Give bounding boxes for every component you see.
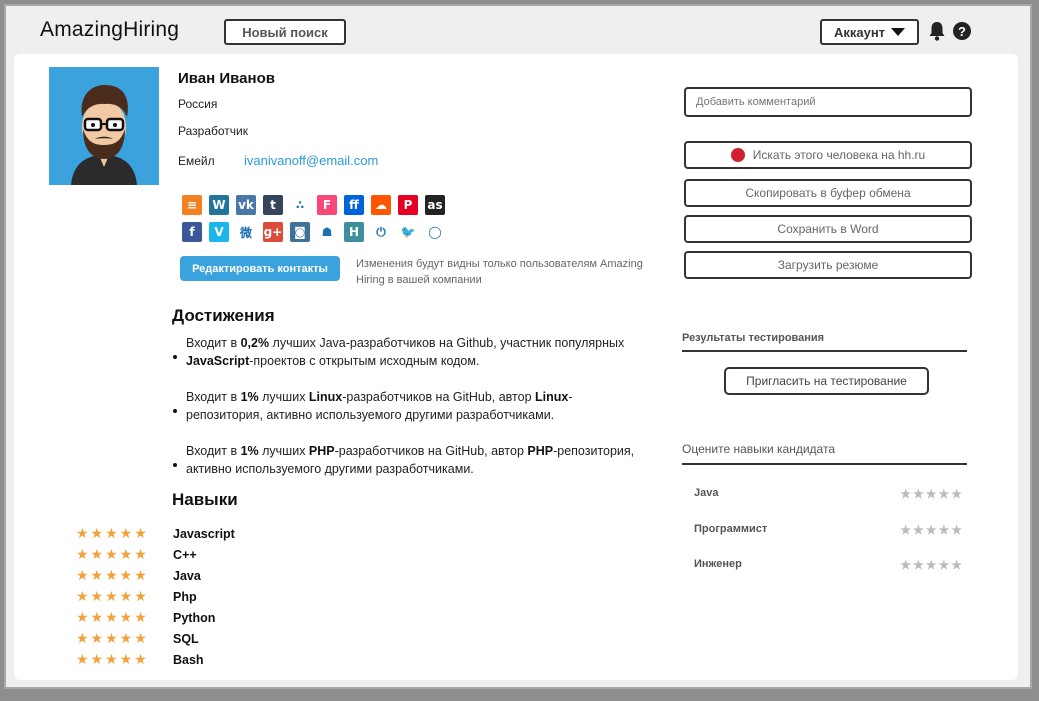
candidate-country: Россия: [178, 97, 218, 111]
skill-label: Java: [173, 568, 201, 583]
account-dropdown[interactable]: Аккаунт: [820, 19, 919, 45]
skill-label: Bash: [173, 652, 204, 667]
rate-label: Java: [694, 487, 719, 499]
skill-label: Javascript: [173, 526, 235, 541]
skill-label: Php: [173, 589, 197, 604]
edit-contacts-note: Изменения будут видны только пользовател…: [356, 258, 643, 286]
invite-testing-button[interactable]: Пригласить на тестирование: [724, 367, 929, 395]
star-rating-input[interactable]: ★★★★★: [900, 558, 964, 572]
profile-card: Иван Иванов Россия Разработчик Емейл iva…: [14, 54, 1018, 680]
skill-row: ★★★★★ Javascript: [76, 523, 235, 544]
rate-row: Инженер ★★★★★: [694, 558, 964, 572]
skill-row: ★★★★★ Bash: [76, 649, 235, 670]
star-rating-icon: ★★★★★: [76, 609, 149, 625]
bell-icon[interactable]: [928, 21, 946, 41]
new-search-button[interactable]: Новый поиск: [224, 19, 346, 45]
skill-label: SQL: [173, 631, 199, 646]
star-rating-input[interactable]: ★★★★★: [900, 523, 964, 537]
edit-contacts-button[interactable]: Редактировать контакты: [180, 256, 340, 281]
skill-row: ★★★★★ Java: [76, 565, 235, 586]
cat-icon[interactable]: ☗: [317, 222, 337, 242]
power-icon[interactable]: ⏻: [371, 222, 391, 242]
save-word-button[interactable]: Сохранить в Word: [684, 215, 972, 243]
candidate-role: Разработчик: [178, 124, 248, 138]
twitter-icon[interactable]: 🐦: [398, 222, 418, 242]
skill-row: ★★★★★ C++: [76, 544, 235, 565]
skills-title: Навыки: [172, 490, 238, 509]
avatar-illustration: [49, 67, 159, 185]
instagram-icon[interactable]: ◙: [290, 222, 310, 242]
rate-row: Программист ★★★★★: [694, 523, 964, 537]
vk-icon[interactable]: vk: [236, 195, 256, 215]
star-rating-icon: ★★★★★: [76, 567, 149, 583]
star-rating-icon: ★★★★★: [76, 525, 149, 541]
skill-row: ★★★★★ Python: [76, 607, 235, 628]
skill-row: ★★★★★ SQL: [76, 628, 235, 649]
copy-clipboard-button[interactable]: Скопировать в буфер обмена: [684, 179, 972, 207]
search-hh-button[interactable]: Искать этого человека на hh.ru: [684, 141, 972, 169]
soundcloud-icon[interactable]: ☁: [371, 195, 391, 215]
testing-results-title: Результаты тестирования: [682, 332, 967, 352]
stackoverflow-icon[interactable]: ≡: [182, 195, 202, 215]
skill-row: ★★★★★ Php: [76, 586, 235, 607]
skill-label: C++: [173, 547, 197, 562]
top-bar: AmazingHiring Новый поиск Аккаунт ?: [6, 6, 1030, 56]
rate-label: Инженер: [694, 558, 742, 570]
star-rating-input[interactable]: ★★★★★: [900, 487, 964, 501]
flickr-icon[interactable]: ff: [344, 195, 364, 215]
logo[interactable]: AmazingHiring: [40, 18, 179, 42]
email-link[interactable]: ivanivanoff@email.com: [244, 153, 378, 168]
habr-icon[interactable]: H: [344, 222, 364, 242]
star-rating-icon: ★★★★★: [76, 588, 149, 604]
achievements-title: Достижения: [172, 306, 275, 325]
star-rating-icon: ★★★★★: [76, 546, 149, 562]
rate-skills-title: Оцените навыки кандидата: [682, 442, 967, 465]
star-rating-icon: ★★★★★: [76, 651, 149, 667]
lastfm-icon[interactable]: as: [425, 195, 445, 215]
account-label: Аккаунт: [833, 24, 886, 40]
google-plus-icon[interactable]: g+: [263, 222, 283, 242]
email-label: Емейл: [178, 154, 215, 168]
app-window: AmazingHiring Новый поиск Аккаунт ? Иван…: [4, 4, 1032, 689]
achievement-item: Входит в 1% лучших Linux-разработчиков н…: [172, 388, 642, 424]
tumblr-icon[interactable]: t: [263, 195, 283, 215]
candidate-name: Иван Иванов: [178, 70, 275, 87]
achievement-item: Входит в 1% лучших PHP-разработчиков на …: [172, 442, 642, 478]
vimeo-icon[interactable]: V: [209, 222, 229, 242]
facebook-icon[interactable]: f: [182, 222, 202, 242]
help-icon[interactable]: ?: [953, 22, 971, 40]
skill-label: Python: [173, 610, 216, 625]
github-icon[interactable]: ◯: [425, 222, 445, 242]
dots-icon[interactable]: ∴: [290, 195, 310, 215]
achievement-item: Входит в 0,2% лучших Java-разработчиков …: [172, 334, 642, 370]
upload-resume-button[interactable]: Загрузить резюме: [684, 251, 972, 279]
rate-row: Java ★★★★★: [694, 487, 964, 501]
wordpress-icon[interactable]: W: [209, 195, 229, 215]
social-icons-row: ≡ Wvk t ∴ Fff ☁ Pas: [182, 195, 445, 215]
achievements-list: Входит в 0,2% лучших Java-разработчиков …: [172, 334, 642, 496]
rate-label: Программист: [694, 523, 768, 535]
chevron-down-icon: [891, 28, 906, 36]
skills-list: ★★★★★ Javascript ★★★★★ C++ ★★★★★ Java ★★★★★ Php…: [76, 523, 235, 670]
weibo-icon[interactable]: 微: [236, 222, 256, 242]
social-icons-row: f V 微 g+ ◙ ☗ H ⏻ 🐦 ◯: [182, 222, 445, 242]
pinterest-icon[interactable]: P: [398, 195, 418, 215]
record-dot-icon: [730, 148, 745, 162]
comment-input[interactable]: [684, 87, 972, 117]
star-rating-icon: ★★★★★: [76, 630, 149, 646]
avatar: [49, 67, 159, 185]
foursquare-icon[interactable]: F: [317, 195, 337, 215]
